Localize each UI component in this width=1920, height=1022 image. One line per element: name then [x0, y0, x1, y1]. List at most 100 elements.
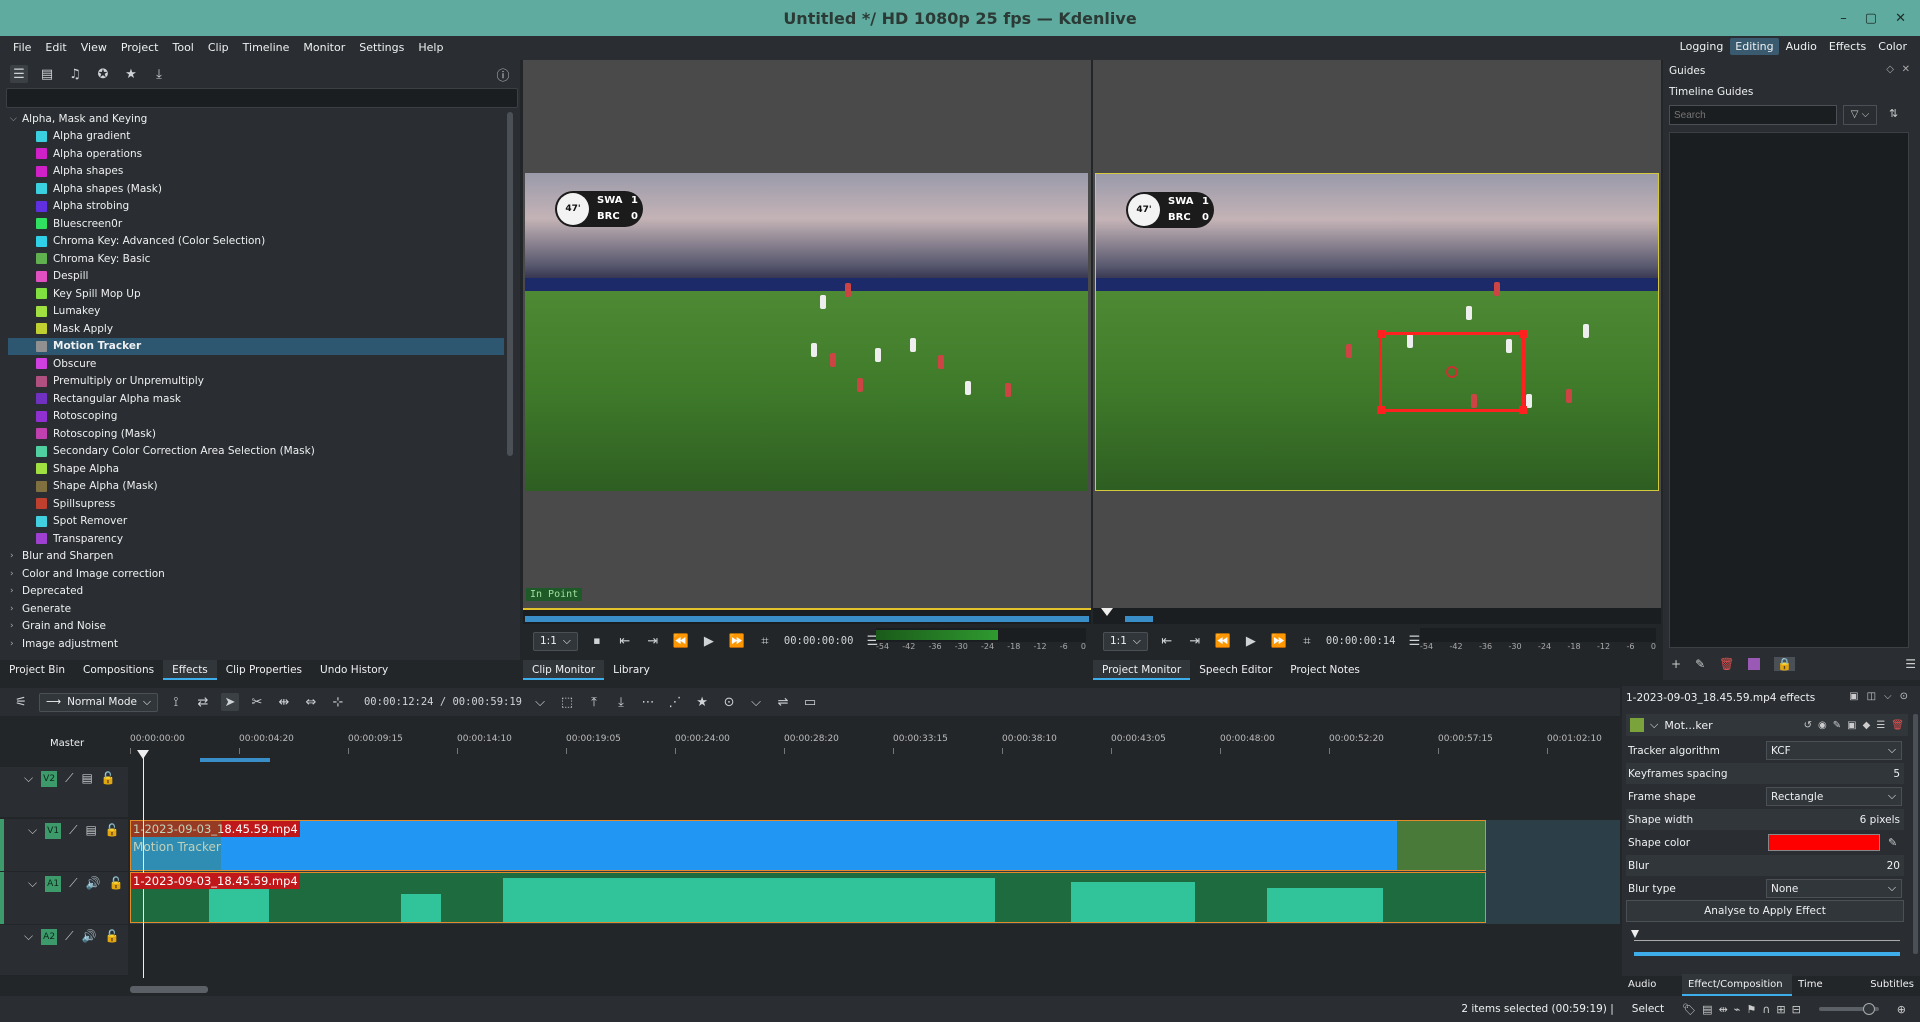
- effect-item[interactable]: Alpha operations: [8, 145, 504, 163]
- set-out-icon[interactable]: ⇥: [644, 632, 662, 650]
- effect-item[interactable]: Alpha shapes: [8, 163, 504, 181]
- mixer-icon[interactable]: ⇌: [774, 693, 792, 711]
- reset-effect-icon[interactable]: ↺: [1804, 720, 1812, 731]
- category-alpha-mask-keying[interactable]: ⌵ Alpha, Mask and Keying: [8, 110, 504, 128]
- slip-tool-icon[interactable]: ⇹: [275, 693, 293, 711]
- forward-icon[interactable]: ⏩: [728, 632, 746, 650]
- lock-v1-icon[interactable]: 🔓: [105, 823, 120, 837]
- favorites-icon[interactable]: ★: [122, 65, 140, 83]
- project-zoom-select[interactable]: 1:1 ⌵: [1103, 631, 1148, 651]
- maximize-button[interactable]: ▢: [1865, 11, 1877, 26]
- bottom-right-tab[interactable]: Time Rema...: [1792, 974, 1864, 1012]
- audio-effects-icon[interactable]: ♫: [66, 65, 84, 83]
- effect-category[interactable]: › Grain and Noise: [8, 618, 504, 636]
- param-keyframes-spacing[interactable]: Keyframes spacing 5: [1626, 763, 1904, 784]
- effect-item[interactable]: Obscure: [8, 355, 504, 373]
- clip-monitor-ruler[interactable]: [523, 608, 1091, 624]
- stack-menu-icon[interactable]: ⌵: [1884, 691, 1892, 702]
- effect-item[interactable]: Key Spill Mop Up: [8, 285, 504, 303]
- clip-monitor-tab[interactable]: Library: [604, 660, 659, 680]
- save-stack-icon[interactable]: ▣: [1849, 691, 1858, 702]
- effect-category[interactable]: › Color and Image correction: [8, 565, 504, 583]
- effect-category[interactable]: › Image adjustment: [8, 635, 504, 653]
- effect-item[interactable]: Lumakey: [8, 303, 504, 321]
- track-settings-icon[interactable]: ⚟: [12, 693, 30, 711]
- video-effects-icon[interactable]: ▤: [38, 65, 56, 83]
- project-set-in-icon[interactable]: ⇤: [1158, 632, 1176, 650]
- effect-category[interactable]: › Deprecated: [8, 583, 504, 601]
- project-crop-icon[interactable]: ⌗: [1298, 632, 1316, 650]
- project-play-icon[interactable]: ▶: [1242, 632, 1260, 650]
- lock-v2-icon[interactable]: 🔓: [101, 771, 116, 785]
- collapse-v2-icon[interactable]: ⌵: [24, 771, 33, 786]
- mute-a2-icon[interactable]: 🔊: [82, 929, 97, 943]
- effect-item[interactable]: Chroma Key: Advanced (Color Selection): [8, 233, 504, 251]
- delete-effect-icon[interactable]: 🗑: [1891, 720, 1904, 731]
- fit-zoom-icon[interactable]: ⬚: [558, 693, 576, 711]
- guides-sort-icon[interactable]: ⇅: [1889, 107, 1898, 120]
- playhead[interactable]: [143, 752, 144, 978]
- record-icon[interactable]: ⊙: [720, 693, 738, 711]
- custom-effects-icon[interactable]: ✪: [94, 65, 112, 83]
- project-timecode[interactable]: 00:00:00:14: [1326, 635, 1396, 647]
- select-tool-icon[interactable]: ➤: [220, 693, 239, 711]
- spacer-tool-icon[interactable]: ⟟: [167, 693, 185, 711]
- project-forward-icon[interactable]: ⏩: [1270, 632, 1288, 650]
- favorite-effects-icon[interactable]: ★: [693, 693, 711, 711]
- effect-item[interactable]: Spot Remover: [8, 513, 504, 531]
- guides-menu-icon[interactable]: ☰: [1905, 657, 1916, 671]
- bottom-right-tab[interactable]: Effect/Composition ...: [1682, 974, 1793, 1012]
- color-picker-icon[interactable]: ✎: [1888, 836, 1897, 849]
- info-icon[interactable]: ⓘ: [494, 65, 512, 84]
- split-compare-icon[interactable]: ◫: [1867, 691, 1876, 702]
- fx-v2-icon[interactable]: ⟋: [65, 771, 73, 786]
- color-swatch[interactable]: [1768, 834, 1880, 851]
- timeline-ruler[interactable]: 00:00:00:00 00:00:04:20 00:00:09:15 00:00:1…: [130, 734, 1620, 756]
- effect-category[interactable]: › Blur and Sharpen: [8, 548, 504, 566]
- left-dock-tab[interactable]: Effects: [163, 660, 217, 680]
- clip-stop-icon[interactable]: ⏹: [588, 632, 606, 650]
- workspace-audio[interactable]: Audio: [1781, 38, 1822, 55]
- project-monitor-ruler[interactable]: [1093, 608, 1661, 624]
- clip-monitor-tab[interactable]: Clip Monitor: [523, 660, 605, 680]
- menu-project[interactable]: Project: [114, 36, 166, 60]
- effect-item[interactable]: Alpha shapes (Mask): [8, 180, 504, 198]
- overwrite-icon[interactable]: ⤓: [612, 693, 630, 711]
- workspace-logging[interactable]: Logging: [1675, 38, 1729, 55]
- effect-preset-icon[interactable]: ✎: [1833, 720, 1841, 731]
- add-guide-icon[interactable]: +: [1671, 657, 1681, 671]
- effect-item[interactable]: Shape Alpha: [8, 460, 504, 478]
- zoom-in-icon[interactable]: ⊕: [1897, 1003, 1906, 1016]
- effects-search-input[interactable]: [6, 88, 518, 108]
- guides-float-icon[interactable]: ◇: [1886, 64, 1894, 75]
- lock-guides-icon[interactable]: 🔒: [1774, 657, 1796, 671]
- workspace-color[interactable]: Color: [1873, 38, 1912, 55]
- save-effect-icon[interactable]: ▣: [1847, 720, 1856, 731]
- effect-item[interactable]: Chroma Key: Basic: [8, 250, 504, 268]
- tag-icon[interactable]: 🏷: [1682, 1003, 1696, 1016]
- audio-thumb-icon[interactable]: ⌁: [1734, 1003, 1741, 1016]
- effect-item[interactable]: Mask Apply: [8, 320, 504, 338]
- param-combo[interactable]: Rectangle ⌵: [1766, 787, 1902, 806]
- bottom-right-tab[interactable]: Audio Mi...: [1622, 974, 1682, 1012]
- set-in-icon[interactable]: ⇤: [616, 632, 634, 650]
- effect-item[interactable]: Motion Tracker: [8, 337, 504, 355]
- effect-category[interactable]: › Generate: [8, 600, 504, 618]
- left-dock-tab[interactable]: Project Bin: [0, 660, 74, 680]
- effect-item[interactable]: Rotoscoping (Mask): [8, 425, 504, 443]
- insert-icon[interactable]: ⤒: [585, 693, 603, 711]
- tracker-rectangle[interactable]: [1377, 330, 1527, 414]
- param-tracker-algorithm[interactable]: Tracker algorithm KCF ⌵: [1626, 740, 1904, 761]
- menu-file[interactable]: File: [6, 36, 38, 60]
- toggle-effect-icon[interactable]: ◉: [1818, 720, 1827, 731]
- download-icon[interactable]: ⤓: [150, 65, 168, 83]
- menu-tool[interactable]: Tool: [165, 36, 200, 60]
- left-dock-tab[interactable]: Clip Properties: [217, 660, 311, 680]
- menu-settings[interactable]: Settings: [352, 36, 411, 60]
- project-set-out-icon[interactable]: ⇥: [1186, 632, 1204, 650]
- minimize-button[interactable]: –: [1840, 11, 1847, 26]
- menu-view[interactable]: View: [74, 36, 114, 60]
- play-icon[interactable]: ▶: [700, 632, 718, 650]
- effect-keyframe-icon[interactable]: ◆: [1863, 720, 1871, 731]
- menu-help[interactable]: Help: [411, 36, 450, 60]
